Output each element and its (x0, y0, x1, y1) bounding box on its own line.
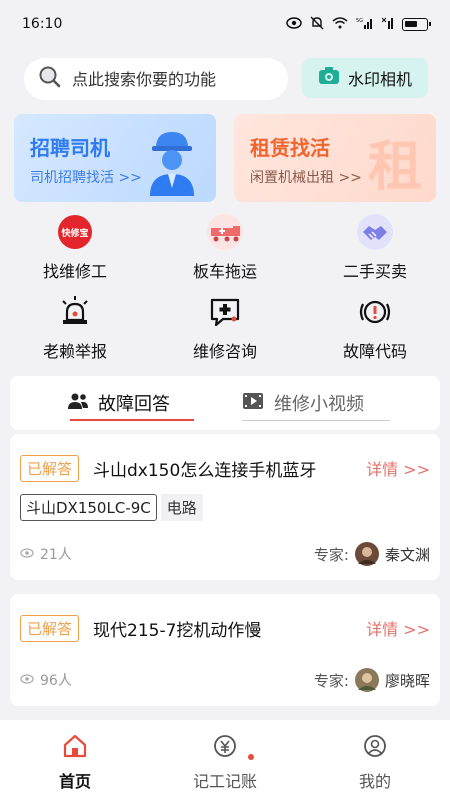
repair-logo-icon: 快修宝 (55, 212, 95, 252)
expert-label: 专家: (313, 545, 349, 564)
search-icon (38, 65, 62, 93)
search-row: 水印相机 (24, 58, 428, 100)
service-repair-consult[interactable]: 维修咨询 (150, 286, 300, 366)
expert-info: 专家: 廖晓晖 (314, 668, 430, 692)
tab-fault-answers[interactable]: 故障回答 (68, 376, 194, 430)
service-fault-code[interactable]: 故障代码 (300, 286, 450, 366)
qa-title: 斗山dx150怎么连接手机蓝牙 (93, 460, 317, 481)
camera-label: 水印相机 (347, 70, 412, 89)
video-icon (242, 392, 264, 415)
eye-icon (20, 672, 34, 688)
service-find-repair[interactable]: 快修宝 找维修工 (0, 206, 150, 286)
no-sim-icon (381, 17, 394, 32)
qa-card[interactable]: 已解答 斗山dx150怎么连接手机蓝牙 详情 >> 斗山DX150LC-9C 电… (10, 434, 440, 580)
watermark-camera-button[interactable]: 水印相机 (302, 58, 428, 98)
home-icon (62, 734, 88, 762)
service-label: 二手买卖 (342, 262, 407, 281)
tab-repair-videos[interactable]: 维修小视频 (242, 376, 390, 430)
avatar (354, 542, 379, 566)
search-input[interactable] (72, 69, 262, 89)
truck-icon (205, 212, 245, 252)
content-tabs: 故障回答 维修小视频 (10, 376, 440, 430)
eye-icon (286, 16, 302, 32)
views-text: 96人 (40, 673, 72, 689)
service-label: 老赖举报 (42, 342, 107, 361)
tab-label: 首页 (58, 772, 91, 791)
service-debtor-report[interactable]: 老赖举报 (0, 286, 150, 366)
user-icon (363, 734, 387, 762)
status-icons: 5G (286, 16, 431, 33)
detail-link[interactable]: 详情 >> (366, 456, 430, 480)
rent-char: 租 (368, 134, 422, 198)
answered-badge: 已解答 (20, 454, 80, 482)
category-tag: 电路 (160, 494, 203, 521)
search-box[interactable] (24, 58, 288, 100)
rental-banner[interactable]: 租赁找活 闲置机械出租 >> 租 (234, 114, 436, 202)
expert-label: 专家: (313, 671, 349, 690)
eye-icon (20, 546, 34, 562)
handshake-icon (355, 212, 395, 252)
svg-text:5G: 5G (356, 18, 363, 24)
users-icon (68, 392, 88, 415)
camera-icon (318, 67, 340, 89)
avatar (354, 668, 379, 692)
detail-link[interactable]: 详情 >> (366, 616, 430, 640)
service-second-hand[interactable]: 二手买卖 (300, 206, 450, 286)
svg-text:快修宝: 快修宝 (61, 227, 88, 239)
expert-name: 秦文渊 (384, 545, 430, 564)
tab-label: 记工记账 (192, 772, 257, 791)
tab-mine[interactable]: 我的 (300, 720, 450, 800)
fault-warning-icon (355, 292, 395, 332)
qa-card[interactable]: 已解答 现代215-7挖机动作慢 详情 >> 96人 专家: 廖晓晖 (10, 594, 440, 706)
service-label: 故障代码 (342, 342, 407, 361)
tab-work-records[interactable]: 记工记账 (150, 720, 300, 800)
recruit-driver-banner[interactable]: 招聘司机 司机招聘找活 >> (14, 114, 216, 202)
service-grid: 快修宝 找维修工 板车拖运 二手买卖 老赖举报 维修咨询 故障代码 (0, 206, 450, 366)
mute-icon (310, 16, 324, 33)
chat-medical-icon (205, 292, 245, 332)
battery-icon (402, 17, 431, 31)
driver-icon (142, 126, 202, 200)
alarm-light-icon (55, 292, 95, 332)
banners: 招聘司机 司机招聘找活 >> 租赁找活 闲置机械出租 >> 租 (14, 114, 436, 202)
view-count: 96人 (20, 670, 72, 690)
yen-coin-icon (213, 734, 237, 762)
tab-label: 我的 (358, 772, 391, 791)
views-text: 21人 (40, 547, 72, 563)
service-label: 找维修工 (42, 262, 107, 281)
expert-info: 专家: 秦文渊 (314, 542, 430, 566)
status-time: 16:10 (22, 16, 63, 32)
qa-tags: 斗山DX150LC-9C 电路 (20, 494, 430, 521)
tab-label: 故障回答 (98, 394, 170, 415)
notification-dot (248, 754, 254, 760)
wifi-icon (332, 16, 348, 32)
status-bar: 16:10 5G (0, 0, 450, 48)
signal-icon: 5G (356, 17, 374, 32)
tab-label: 维修小视频 (274, 394, 364, 415)
service-flatbed-tow[interactable]: 板车拖运 (150, 206, 300, 286)
answered-badge: 已解答 (20, 614, 80, 642)
expert-name: 廖晓晖 (384, 671, 430, 690)
view-count: 21人 (20, 544, 72, 564)
service-label: 板车拖运 (192, 262, 257, 281)
qa-title: 现代215-7挖机动作慢 (93, 620, 262, 641)
bottom-tab-bar: 首页 记工记账 我的 (0, 720, 450, 800)
service-label: 维修咨询 (192, 342, 257, 361)
tab-home[interactable]: 首页 (0, 720, 150, 800)
model-tag: 斗山DX150LC-9C (20, 494, 157, 521)
